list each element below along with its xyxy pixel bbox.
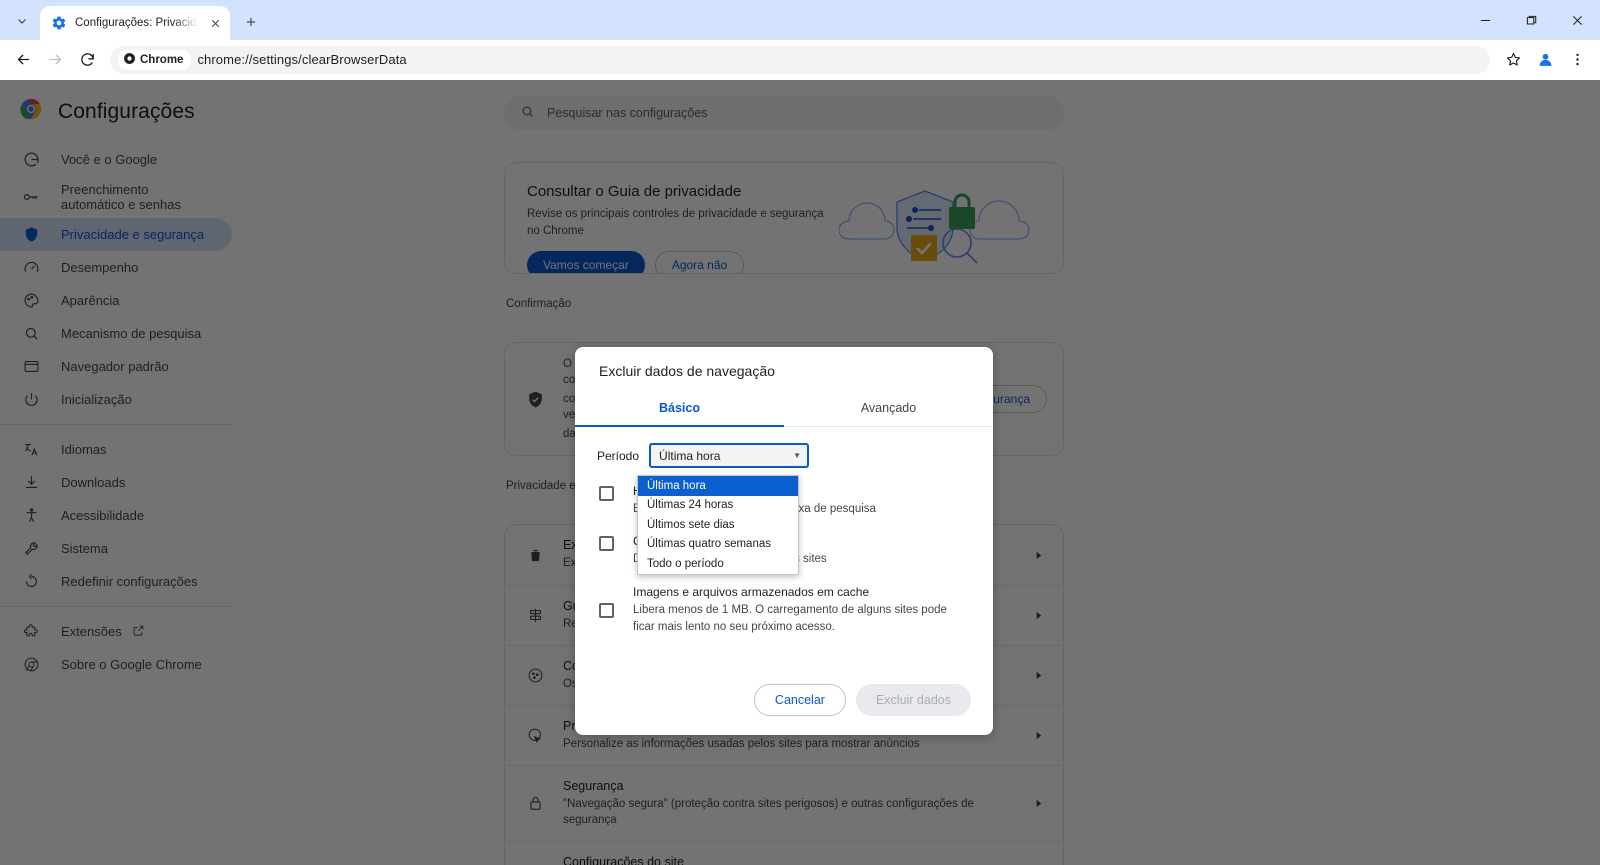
close-icon[interactable]: [206, 14, 224, 32]
settings-page: Configurações Você e o Google Preenchime…: [0, 80, 1600, 865]
chrome-icon: [123, 52, 136, 68]
checkbox-history[interactable]: [599, 486, 614, 501]
settings-gear-icon: [51, 15, 67, 31]
dialog-tabs: Básico Avançado: [575, 393, 993, 427]
tab-basico[interactable]: Básico: [575, 393, 784, 427]
dropdown-caret-icon: ▼: [793, 451, 802, 460]
dialog-footer: Cancelar Excluir dados: [575, 665, 993, 735]
cancel-button[interactable]: Cancelar: [753, 684, 846, 716]
url-text: chrome://settings/clearBrowserData: [197, 52, 407, 67]
checkbox-cookies[interactable]: [599, 536, 614, 552]
tab-search-icon[interactable]: [8, 7, 36, 35]
dialog-title: Excluir dados de navegação: [599, 363, 775, 379]
clear-browsing-data-dialog: Excluir dados de navegação Básico Avança…: [575, 347, 993, 735]
checkbox-cache[interactable]: [599, 602, 614, 618]
option-ultima-hora[interactable]: Última hora: [638, 476, 798, 496]
back-arrow-icon[interactable]: [8, 45, 38, 75]
close-window-button[interactable]: [1554, 0, 1600, 40]
chrome-chip-label: Chrome: [140, 53, 184, 66]
maximize-button[interactable]: [1508, 0, 1554, 40]
forward-arrow-icon[interactable]: [40, 45, 70, 75]
minimize-button[interactable]: [1462, 0, 1508, 40]
period-row: Período Última hora ▼: [597, 443, 971, 468]
dialog-body: Período Última hora ▼ Histórico de naveg…: [575, 427, 993, 636]
option-todo-o-periodo[interactable]: Todo o período: [638, 554, 798, 574]
reload-icon[interactable]: [72, 45, 102, 75]
option-ultimas-quatro-semanas[interactable]: Últimas quatro semanas: [638, 535, 798, 555]
option-ultimos-sete-dias[interactable]: Últimos sete dias: [638, 515, 798, 535]
star-icon[interactable]: [1498, 45, 1528, 75]
delete-data-button[interactable]: Excluir dados: [855, 684, 971, 716]
checkbox-row-cache[interactable]: Imagens e arquivos armazenados em cache …: [597, 569, 971, 637]
period-selected-value: Última hora: [659, 448, 721, 463]
tab-avancado[interactable]: Avançado: [784, 393, 993, 426]
browser-tab[interactable]: Configurações: Privacidade e se: [40, 6, 230, 40]
checkbox-subtitle: Libera menos de 1 MB. O carregamento de …: [633, 603, 947, 633]
option-ultimas-24-horas[interactable]: Últimas 24 horas: [638, 496, 798, 516]
chrome-chip: Chrome: [118, 49, 192, 70]
avatar-icon[interactable]: [1530, 45, 1560, 75]
tab-strip: Configurações: Privacidade e se: [0, 0, 1600, 40]
window-controls: [1462, 0, 1600, 40]
browser-toolbar: Chrome chrome://settings/clearBrowserDat…: [0, 40, 1600, 80]
toolbar-right-actions: [1498, 45, 1592, 75]
checkbox-title: Imagens e arquivos armazenados em cache: [633, 584, 870, 599]
three-dot-menu-icon[interactable]: [1562, 45, 1592, 75]
new-tab-button[interactable]: [237, 8, 265, 36]
checkbox-cache-text: Imagens e arquivos armazenados em cache …: [633, 585, 963, 637]
browser-window: Configurações: Privacidade e se: [0, 0, 1600, 865]
tab-title: Configurações: Privacidade e se: [75, 17, 198, 29]
period-dropdown-popup[interactable]: Última hora Últimas 24 horas Últimos set…: [637, 475, 799, 575]
period-select[interactable]: Última hora ▼: [649, 443, 810, 468]
period-label: Período: [597, 448, 640, 463]
address-bar[interactable]: Chrome chrome://settings/clearBrowserDat…: [110, 45, 1490, 74]
